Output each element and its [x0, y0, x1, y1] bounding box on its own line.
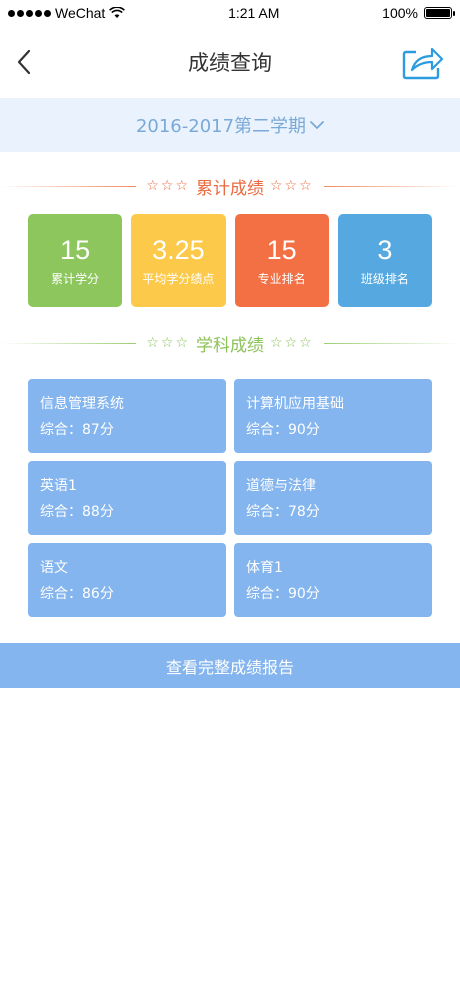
semester-selector[interactable]: 2016-2017第二学期 [0, 98, 460, 152]
divider-right [323, 185, 460, 187]
stat-label: 专业排名 [257, 272, 306, 287]
subjects-header: ☆☆☆ 学科成绩 ☆☆☆ [0, 325, 460, 361]
stat-label: 平均学分绩点 [142, 272, 215, 287]
cumulative-header: ☆☆☆ 累计成绩 ☆☆☆ [0, 168, 460, 204]
stars-right-icon: ☆☆☆ [270, 335, 314, 351]
stars-left-icon: ☆☆☆ [146, 335, 190, 351]
subject-score: 综合：88分 [40, 504, 114, 520]
subjects-title: 学科成绩 [196, 335, 264, 356]
chevron-left-icon [17, 49, 31, 75]
stat-value: 15 [266, 234, 297, 265]
stat-major-rank: 15 专业排名 [234, 214, 329, 307]
subject-score: 综合：90分 [246, 422, 320, 438]
subjects-header-center: ☆☆☆ 学科成绩 ☆☆☆ [136, 331, 323, 356]
stat-label: 班级排名 [360, 272, 409, 287]
subject-score: 综合：90分 [246, 586, 320, 602]
divider-left [0, 185, 137, 187]
subject-name: 英语1 [40, 478, 77, 494]
subject-card[interactable]: 体育1 综合：90分 [234, 543, 432, 617]
status-bar: WeChat 1:21 AM 100% [0, 0, 460, 26]
subject-card[interactable]: 语文 综合：86分 [28, 543, 226, 617]
chevron-down-icon [310, 121, 324, 130]
battery-percent: 100% [382, 5, 418, 21]
subject-card[interactable]: 道德与法律 综合：78分 [234, 461, 432, 535]
signal-dots-icon [8, 9, 51, 17]
subject-card[interactable]: 信息管理系统 综合：87分 [28, 379, 226, 453]
subject-name: 体育1 [246, 560, 283, 576]
subject-name: 信息管理系统 [40, 396, 124, 412]
status-right: 100% [382, 5, 455, 21]
status-left: WeChat [8, 5, 126, 21]
cumulative-header-center: ☆☆☆ 累计成绩 ☆☆☆ [136, 174, 323, 199]
view-full-report-button[interactable]: 查看完整成绩报告 [0, 643, 460, 688]
subject-score: 综合：87分 [40, 422, 114, 438]
wifi-icon [109, 7, 126, 18]
stat-value: 3 [377, 234, 393, 265]
stat-gpa: 3.25 平均学分绩点 [131, 214, 226, 307]
page-title: 成绩查询 [188, 51, 272, 75]
subject-name: 计算机应用基础 [246, 396, 344, 412]
stat-label: 累计学分 [51, 272, 100, 287]
subject-name: 语文 [40, 560, 68, 576]
stars-right-icon: ☆☆☆ [270, 178, 314, 194]
cumulative-title: 累计成绩 [196, 178, 264, 199]
stat-total-credits: 15 累计学分 [28, 214, 123, 307]
status-time: 1:21 AM [228, 5, 280, 21]
divider-right [323, 342, 460, 344]
carrier-label: WeChat [55, 5, 106, 21]
share-icon [402, 47, 444, 80]
subjects-grid: 信息管理系统 综合：87分 计算机应用基础 综合：90分 英语1 综合：88分 … [0, 379, 460, 617]
subject-card[interactable]: 计算机应用基础 综合：90分 [234, 379, 432, 453]
share-button[interactable] [402, 44, 444, 80]
stars-left-icon: ☆☆☆ [146, 178, 190, 194]
stats-row: 15 累计学分 3.25 平均学分绩点 15 专业排名 3 班级排名 [0, 214, 460, 307]
subject-name: 道德与法律 [246, 478, 316, 494]
back-button[interactable] [16, 49, 32, 75]
stat-value: 3.25 [152, 234, 205, 265]
subject-score: 综合：78分 [246, 504, 320, 520]
semester-label: 2016-2017第二学期 [135, 116, 307, 137]
stat-class-rank: 3 班级排名 [337, 214, 432, 307]
stat-value: 15 [60, 234, 91, 265]
battery-icon [423, 7, 455, 19]
subject-card[interactable]: 英语1 综合：88分 [28, 461, 226, 535]
subject-score: 综合：86分 [40, 586, 114, 602]
nav-bar: 成绩查询 [0, 26, 460, 98]
divider-left [0, 342, 137, 344]
